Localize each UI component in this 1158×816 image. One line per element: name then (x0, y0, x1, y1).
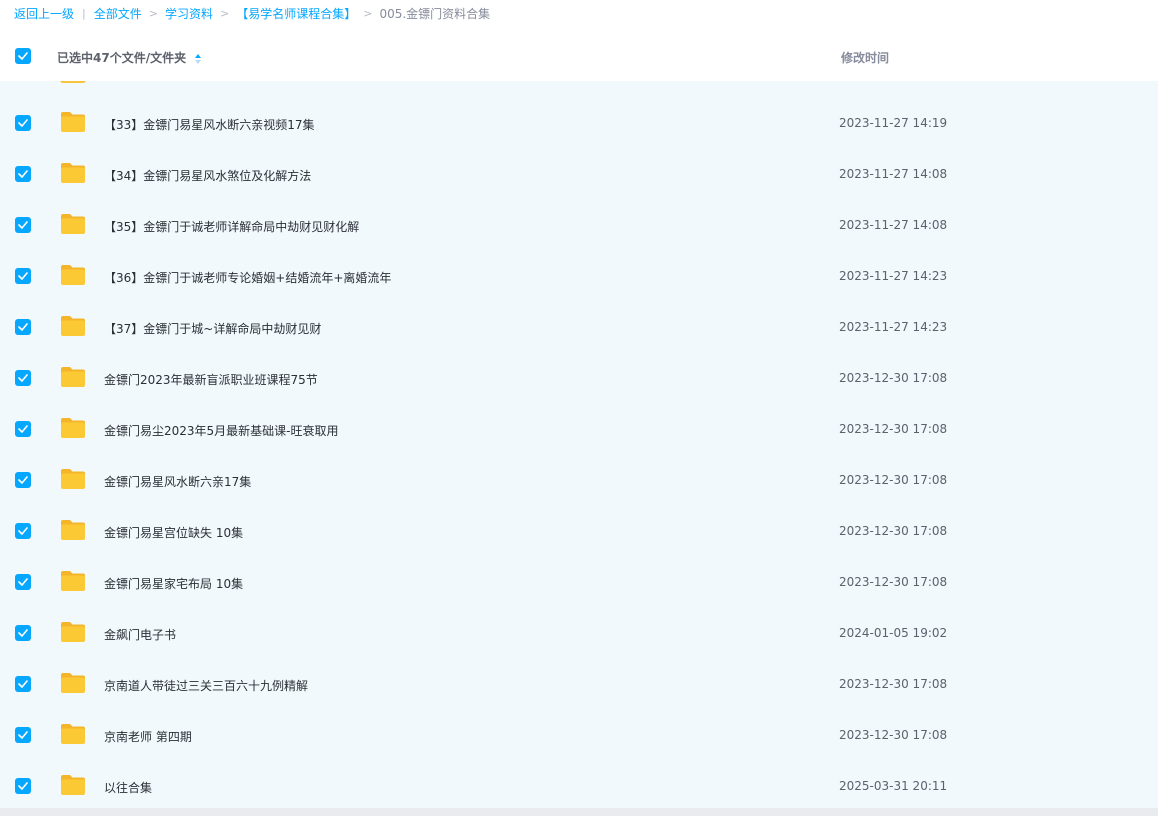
modified-time: 2023-11-27 14:23 (839, 320, 948, 334)
file-row[interactable]: 金镖门易尘2023年5月最新基础课-旺衰取用 2023-12-30 17:08 (0, 387, 1158, 438)
row-checkbox[interactable] (15, 676, 31, 692)
checkmark-icon (18, 323, 28, 331)
row-checkbox[interactable] (15, 625, 31, 641)
checkmark-icon (18, 170, 28, 178)
row-checkbox[interactable] (15, 217, 31, 233)
modified-time: 2023-11-27 14:08 (839, 218, 948, 232)
modified-time: 2023-12-30 17:08 (839, 524, 948, 538)
file-name[interactable]: 【36】金镖门于诚老师专论婚姻+结婚流年+离婚流年 (104, 269, 391, 286)
file-row[interactable]: 金飙门电子书 2024-01-05 19:02 (0, 591, 1158, 642)
file-name[interactable]: 【35】金镖门于诚老师详解命局中劫财见财化解 (104, 218, 359, 235)
back-link[interactable]: 返回上一级 (14, 5, 74, 22)
breadcrumb-course-collection[interactable]: 【易学名师课程合集】 (236, 5, 356, 22)
modified-time-column-header[interactable]: 修改时间 (841, 49, 889, 66)
file-name[interactable]: 以往合集 (104, 779, 152, 796)
modified-time: 2023-12-30 17:08 (839, 677, 948, 691)
breadcrumb-current: 005.金镖门资料合集 (379, 6, 491, 21)
file-row[interactable]: 金镖门2023年最新盲派职业班课程75节 2023-12-30 17:08 (0, 336, 1158, 387)
row-checkbox[interactable] (15, 472, 31, 488)
checkmark-icon (18, 374, 28, 382)
file-name[interactable]: 金镖门易星家宅布局 10集 (104, 575, 243, 592)
modified-time: 2023-12-30 17:08 (839, 371, 948, 385)
row-checkbox[interactable] (15, 523, 31, 539)
row-checkbox[interactable] (15, 370, 31, 386)
file-row[interactable]: 【34】金镖门易星风水煞位及化解方法 2023-11-27 14:08 (0, 132, 1158, 183)
checkmark-icon (18, 629, 28, 637)
horizontal-scrollbar[interactable] (0, 808, 1158, 816)
modified-time: 2023-11-27 14:08 (839, 167, 948, 181)
modified-time: 2023-12-30 17:08 (839, 422, 948, 436)
file-name[interactable]: 【37】金镖门于城~详解命局中劫财见财 (104, 320, 321, 337)
checkmark-icon (18, 221, 28, 229)
file-name[interactable]: 金镖门易尘2023年5月最新基础课-旺衰取用 (104, 422, 339, 439)
row-checkbox[interactable] (15, 421, 31, 437)
checkmark-icon (18, 119, 28, 127)
file-name[interactable]: 金镖门易星风水断六亲17集 (104, 473, 251, 490)
breadcrumb-divider: | (82, 6, 86, 20)
modified-time: 2023-12-30 17:08 (839, 473, 948, 487)
row-checkbox[interactable] (15, 778, 31, 794)
file-name[interactable]: 【34】金镖门易星风水煞位及化解方法 (104, 167, 311, 184)
checkmark-icon (18, 527, 28, 535)
file-list-header: 已选中47个文件/文件夹 修改时间 (0, 38, 1158, 75)
select-all-checkbox[interactable] (15, 48, 31, 64)
checkmark-icon (18, 680, 28, 688)
modified-time: 2023-11-27 14:19 (839, 116, 948, 130)
file-name[interactable]: 金飙门电子书 (104, 626, 176, 643)
file-row[interactable]: 【33】金镖门易星风水断六亲视频17集 2023-11-27 14:19 (0, 81, 1158, 132)
file-row[interactable]: 【35】金镖门于诚老师详解命局中劫财见财化解 2023-11-27 14:08 (0, 183, 1158, 234)
file-row[interactable]: 以往合集 2025-03-31 20:11 (0, 744, 1158, 795)
breadcrumb-study-materials[interactable]: 学习资料 (165, 5, 213, 22)
file-row[interactable]: 金镖门易星宫位缺失 10集 2023-12-30 17:08 (0, 489, 1158, 540)
row-checkbox[interactable] (15, 319, 31, 335)
file-name[interactable]: 【33】金镖门易星风水断六亲视频17集 (104, 116, 315, 133)
checkmark-icon (18, 272, 28, 280)
chevron-right-icon: > (148, 6, 158, 20)
breadcrumb: 返回上一级 | 全部文件 > 学习资料 > 【易学名师课程合集】 > 005.金… (14, 5, 490, 21)
row-checkbox[interactable] (15, 115, 31, 131)
checkmark-icon (18, 425, 28, 433)
checkmark-icon (18, 476, 28, 484)
checkmark-icon (18, 578, 28, 586)
file-name[interactable]: 金镖门易星宫位缺失 10集 (104, 524, 243, 541)
sort-icon[interactable] (194, 53, 202, 65)
file-name[interactable]: 京南道人带徒过三关三百六十九例精解 (104, 677, 308, 694)
modified-time: 2025-03-31 20:11 (839, 779, 948, 793)
breadcrumb-all-files[interactable]: 全部文件 (94, 5, 142, 22)
row-checkbox[interactable] (15, 574, 31, 590)
file-name[interactable]: 京南老师 第四期 (104, 728, 192, 745)
file-row[interactable]: 【37】金镖门于城~详解命局中劫财见财 2023-11-27 14:23 (0, 285, 1158, 336)
selection-count-label: 已选中47个文件/文件夹 (57, 49, 202, 66)
checkmark-icon (18, 52, 28, 60)
chevron-right-icon: > (363, 6, 373, 20)
modified-time: 2023-11-27 14:23 (839, 269, 948, 283)
file-row[interactable]: 金镖门易星家宅布局 10集 2023-12-30 17:08 (0, 540, 1158, 591)
file-row[interactable]: 京南老师 第四期 2023-12-30 17:08 (0, 693, 1158, 744)
chevron-right-icon: > (219, 6, 230, 20)
file-name[interactable]: 金镖门2023年最新盲派职业班课程75节 (104, 371, 318, 388)
file-row[interactable]: 【36】金镖门于诚老师专论婚姻+结婚流年+离婚流年 2023-11-27 14:2… (0, 234, 1158, 285)
row-checkbox[interactable] (15, 166, 31, 182)
modified-time: 2023-12-30 17:08 (839, 728, 948, 742)
selection-count-text: 已选中47个文件/文件夹 (57, 51, 187, 65)
row-checkbox[interactable] (15, 268, 31, 284)
file-row[interactable]: 京南道人带徒过三关三百六十九例精解 2023-12-30 17:08 (0, 642, 1158, 693)
row-checkbox[interactable] (15, 727, 31, 743)
folder-icon (60, 774, 86, 800)
file-row[interactable]: 金镖门易星风水断六亲17集 2023-12-30 17:08 (0, 438, 1158, 489)
checkmark-icon (18, 731, 28, 739)
checkmark-icon (18, 782, 28, 790)
modified-time: 2023-12-30 17:08 (839, 575, 948, 589)
file-list: 【33】金镖门易星风水断六亲视频17集 2023-11-27 14:19 【34】金… (0, 81, 1158, 808)
modified-time: 2024-01-05 19:02 (839, 626, 948, 640)
